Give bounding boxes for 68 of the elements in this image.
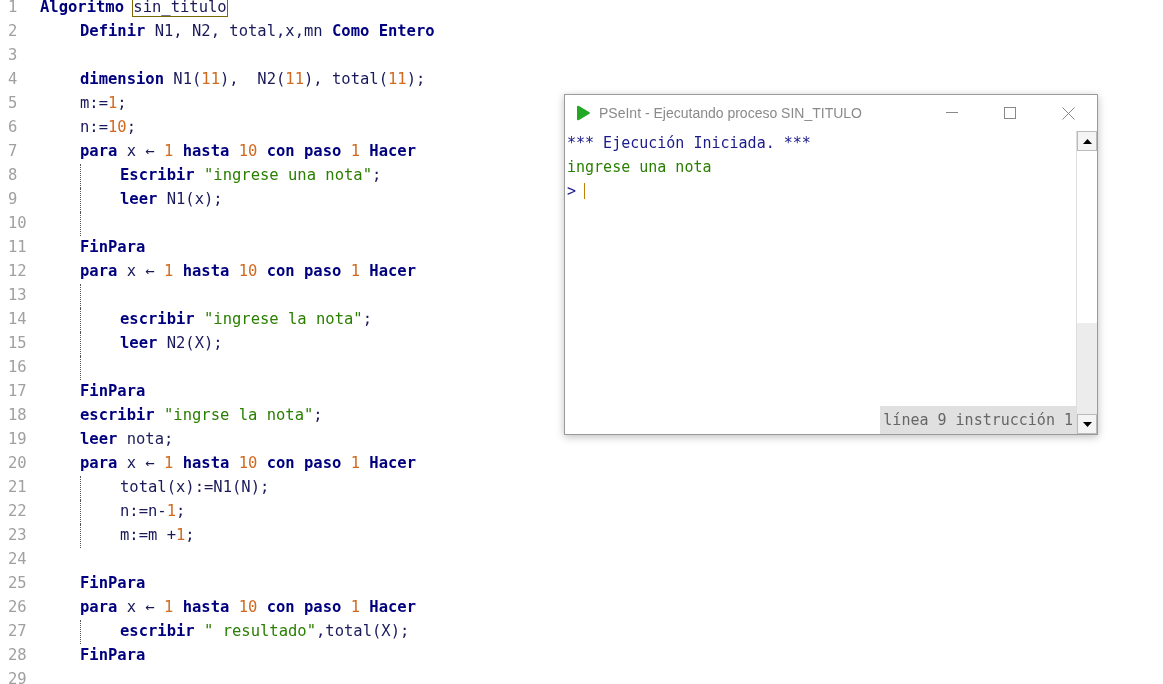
line-number: 23 (7, 525, 28, 547)
app-logo-icon (575, 105, 591, 121)
code-line: escribir "ingrse la nota"; (80, 405, 323, 427)
line-number: 12 (7, 261, 28, 283)
line-number: 13 (7, 285, 28, 307)
line-number: 11 (7, 237, 28, 259)
line-number: 10 (7, 213, 28, 235)
line-number: 24 (7, 549, 28, 571)
line-number: 27 (7, 621, 28, 643)
code-line: FinPara (80, 573, 146, 595)
line-number: 2 (7, 21, 19, 43)
scroll-down-button[interactable] (1077, 414, 1097, 434)
code-line: para x ← 1 hasta 10 con paso 1 Hacer (80, 453, 416, 475)
up-arrow-icon (1082, 138, 1092, 144)
code-line: para x ← 1 hasta 10 con paso 1 Hacer (80, 261, 416, 283)
text-cursor (584, 183, 586, 199)
scrollbar[interactable] (1076, 131, 1097, 434)
line-number: 8 (7, 165, 19, 187)
line-number: 18 (7, 405, 28, 427)
code-line: m:=m +1; (120, 525, 195, 547)
code-line: escribir "ingrese la nota"; (120, 309, 372, 331)
code-line: para x ← 1 hasta 10 con paso 1 Hacer (80, 141, 416, 163)
code-line: total(x):=N1(N); (120, 477, 270, 499)
code-line: para x ← 1 hasta 10 con paso 1 Hacer (80, 597, 416, 619)
line-number: 26 (7, 597, 28, 619)
down-arrow-icon (1082, 421, 1092, 427)
window-title: PSeInt - Ejecutando proceso SIN_TITULO (599, 103, 862, 123)
line-number: 28 (7, 645, 28, 667)
code-line: FinPara (80, 645, 146, 667)
line-number: 7 (7, 141, 19, 163)
line-number: 20 (7, 453, 28, 475)
code-line: FinPara (80, 381, 146, 403)
close-icon (1061, 106, 1075, 120)
minimize-icon (946, 112, 958, 114)
maximize-icon (1004, 107, 1016, 119)
line-number: 21 (7, 477, 28, 499)
line-number: 14 (7, 309, 28, 331)
line-number: 9 (7, 189, 19, 211)
line-number: 17 (7, 381, 28, 403)
console-line: ingrese una nota (567, 156, 712, 178)
code-line: dimension N1(11), N2(11), total(11); (80, 69, 426, 91)
line-number: 3 (7, 45, 19, 67)
code-line: escribir " resultado",total(X); (120, 621, 410, 643)
status-text: línea 9 instrucción 1 (880, 405, 1076, 434)
line-number: 6 (7, 117, 19, 139)
line-number: 5 (7, 93, 19, 115)
line-number: 4 (7, 69, 19, 91)
line-number: 1 (7, 0, 19, 19)
code-line: Escribir "ingrese una nota"; (120, 165, 382, 187)
line-number: 29 (7, 669, 28, 684)
code-line: FinPara (80, 237, 146, 259)
code-line: n:=n-1; (120, 501, 186, 523)
line-number: 16 (7, 357, 28, 379)
line-number: 19 (7, 429, 28, 451)
code-line: Definir N1, N2, total,x,mn Como Entero (80, 21, 435, 43)
prompt-symbol: > (567, 180, 577, 202)
code-line: m:=1; (80, 93, 127, 115)
code-line: n:=10; (80, 117, 136, 139)
console-line: *** Ejecución Iniciada. *** (567, 132, 811, 154)
code-line: leer nota; (80, 429, 174, 451)
scroll-thumb[interactable] (1077, 151, 1097, 323)
line-number: 22 (7, 501, 28, 523)
line-number: 25 (7, 573, 28, 595)
line-number: 15 (7, 333, 28, 355)
code-line: Algoritmo sin_titulo (40, 0, 227, 19)
code-line: leer N2(X); (120, 333, 223, 355)
code-line: leer N1(x); (120, 189, 223, 211)
scroll-up-button[interactable] (1077, 131, 1097, 151)
